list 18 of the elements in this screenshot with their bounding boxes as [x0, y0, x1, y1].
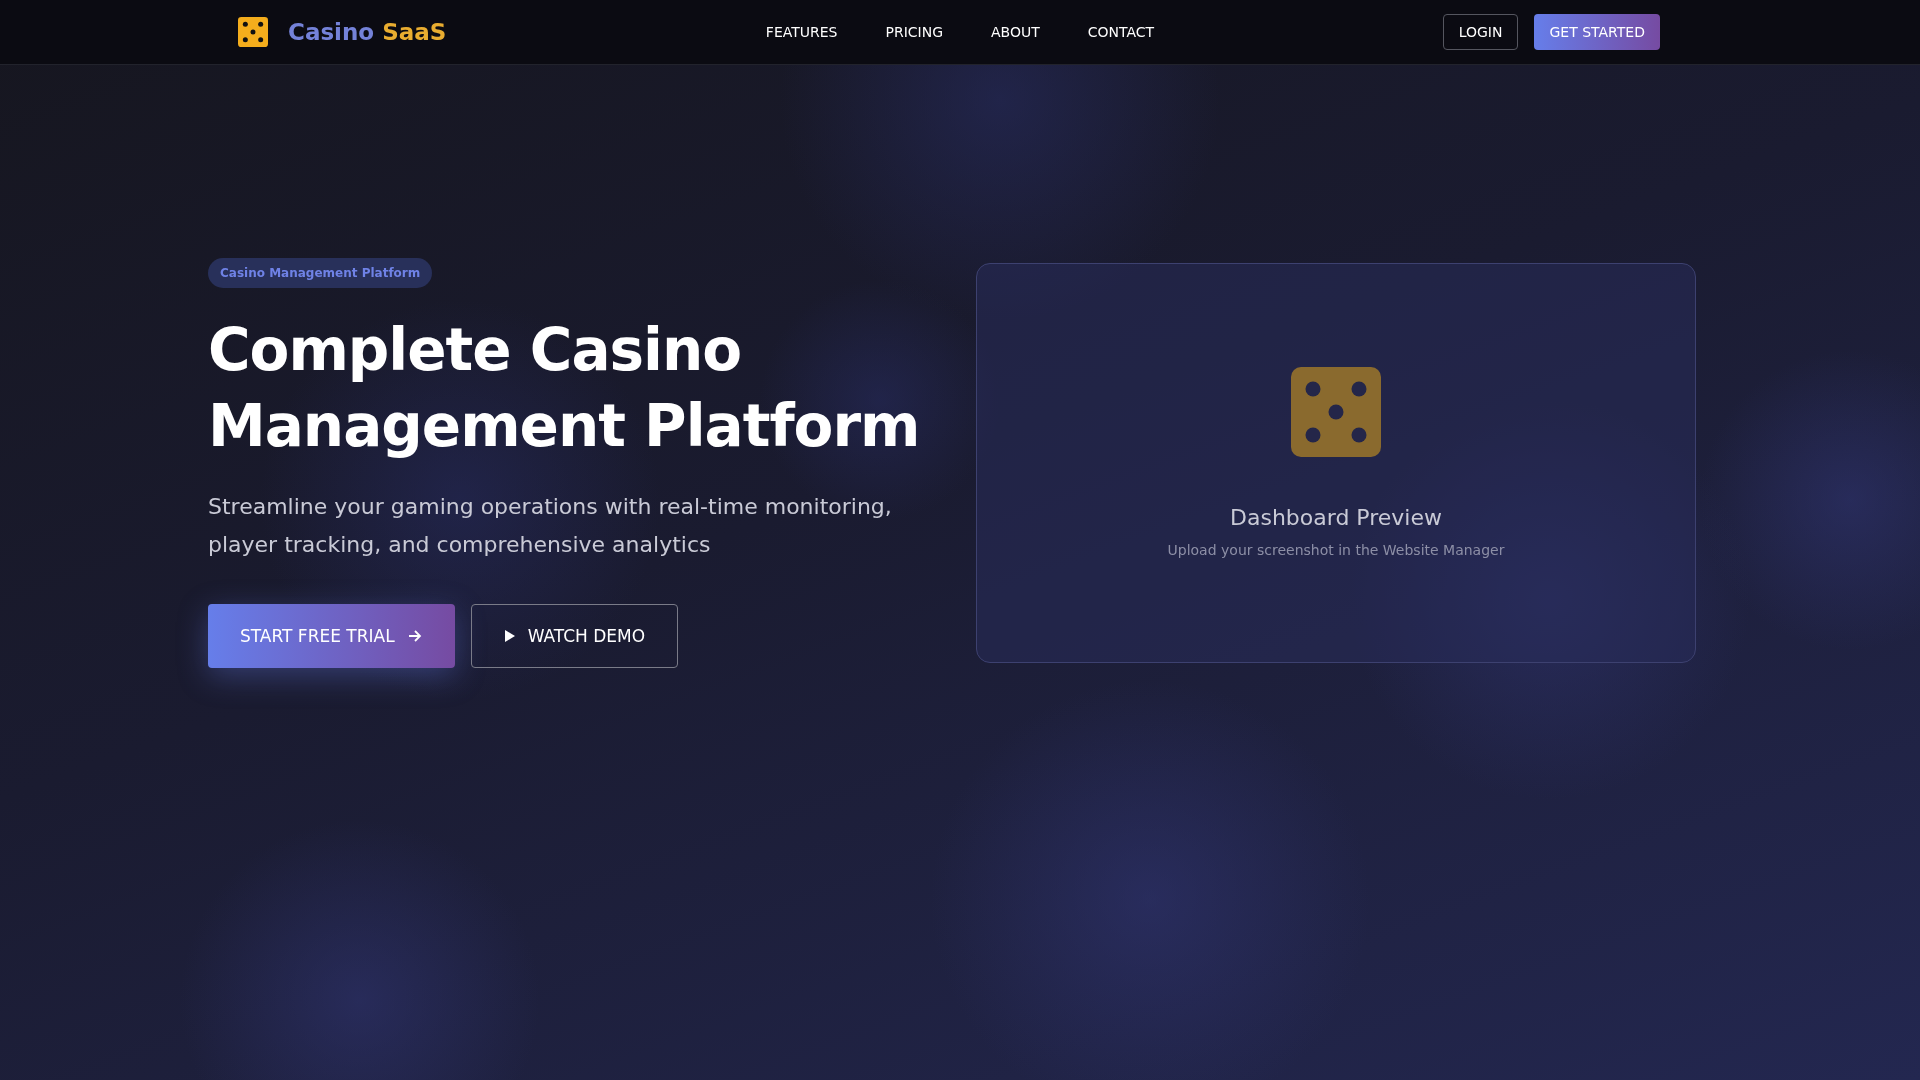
dice-icon	[1291, 367, 1381, 457]
brand-name[interactable]: Casino SaaS	[288, 19, 447, 45]
nav-link[interactable]: ABOUT	[991, 24, 1040, 40]
preview-title: Dashboard Preview	[1230, 505, 1442, 530]
watch-demo-button[interactable]: WATCH DEMO	[470, 603, 679, 668]
arrow-right-icon	[406, 627, 423, 644]
preview-caption: Upload your screenshot in the Website Manager	[1167, 542, 1505, 558]
hero-description: Streamline your gaming operations with real-time monitoring, player tracking, and comprehensive analytics	[208, 492, 893, 559]
start-trial-button[interactable]: START FREE TRIAL	[208, 603, 455, 668]
dice-logo-icon	[238, 17, 268, 47]
nav-link[interactable]: PRICING	[885, 24, 943, 40]
login-button[interactable]: LOGIN	[1442, 14, 1519, 50]
nav-link[interactable]: CONTACT	[1087, 24, 1155, 40]
get-started-button[interactable]: GET STARTED	[1534, 14, 1660, 50]
play-icon	[503, 628, 516, 643]
nav-link[interactable]: FEATURES	[765, 24, 838, 40]
hero-heading: Complete Casino Management Platform	[208, 314, 921, 462]
category-badge: Casino Management Platform	[208, 257, 433, 288]
